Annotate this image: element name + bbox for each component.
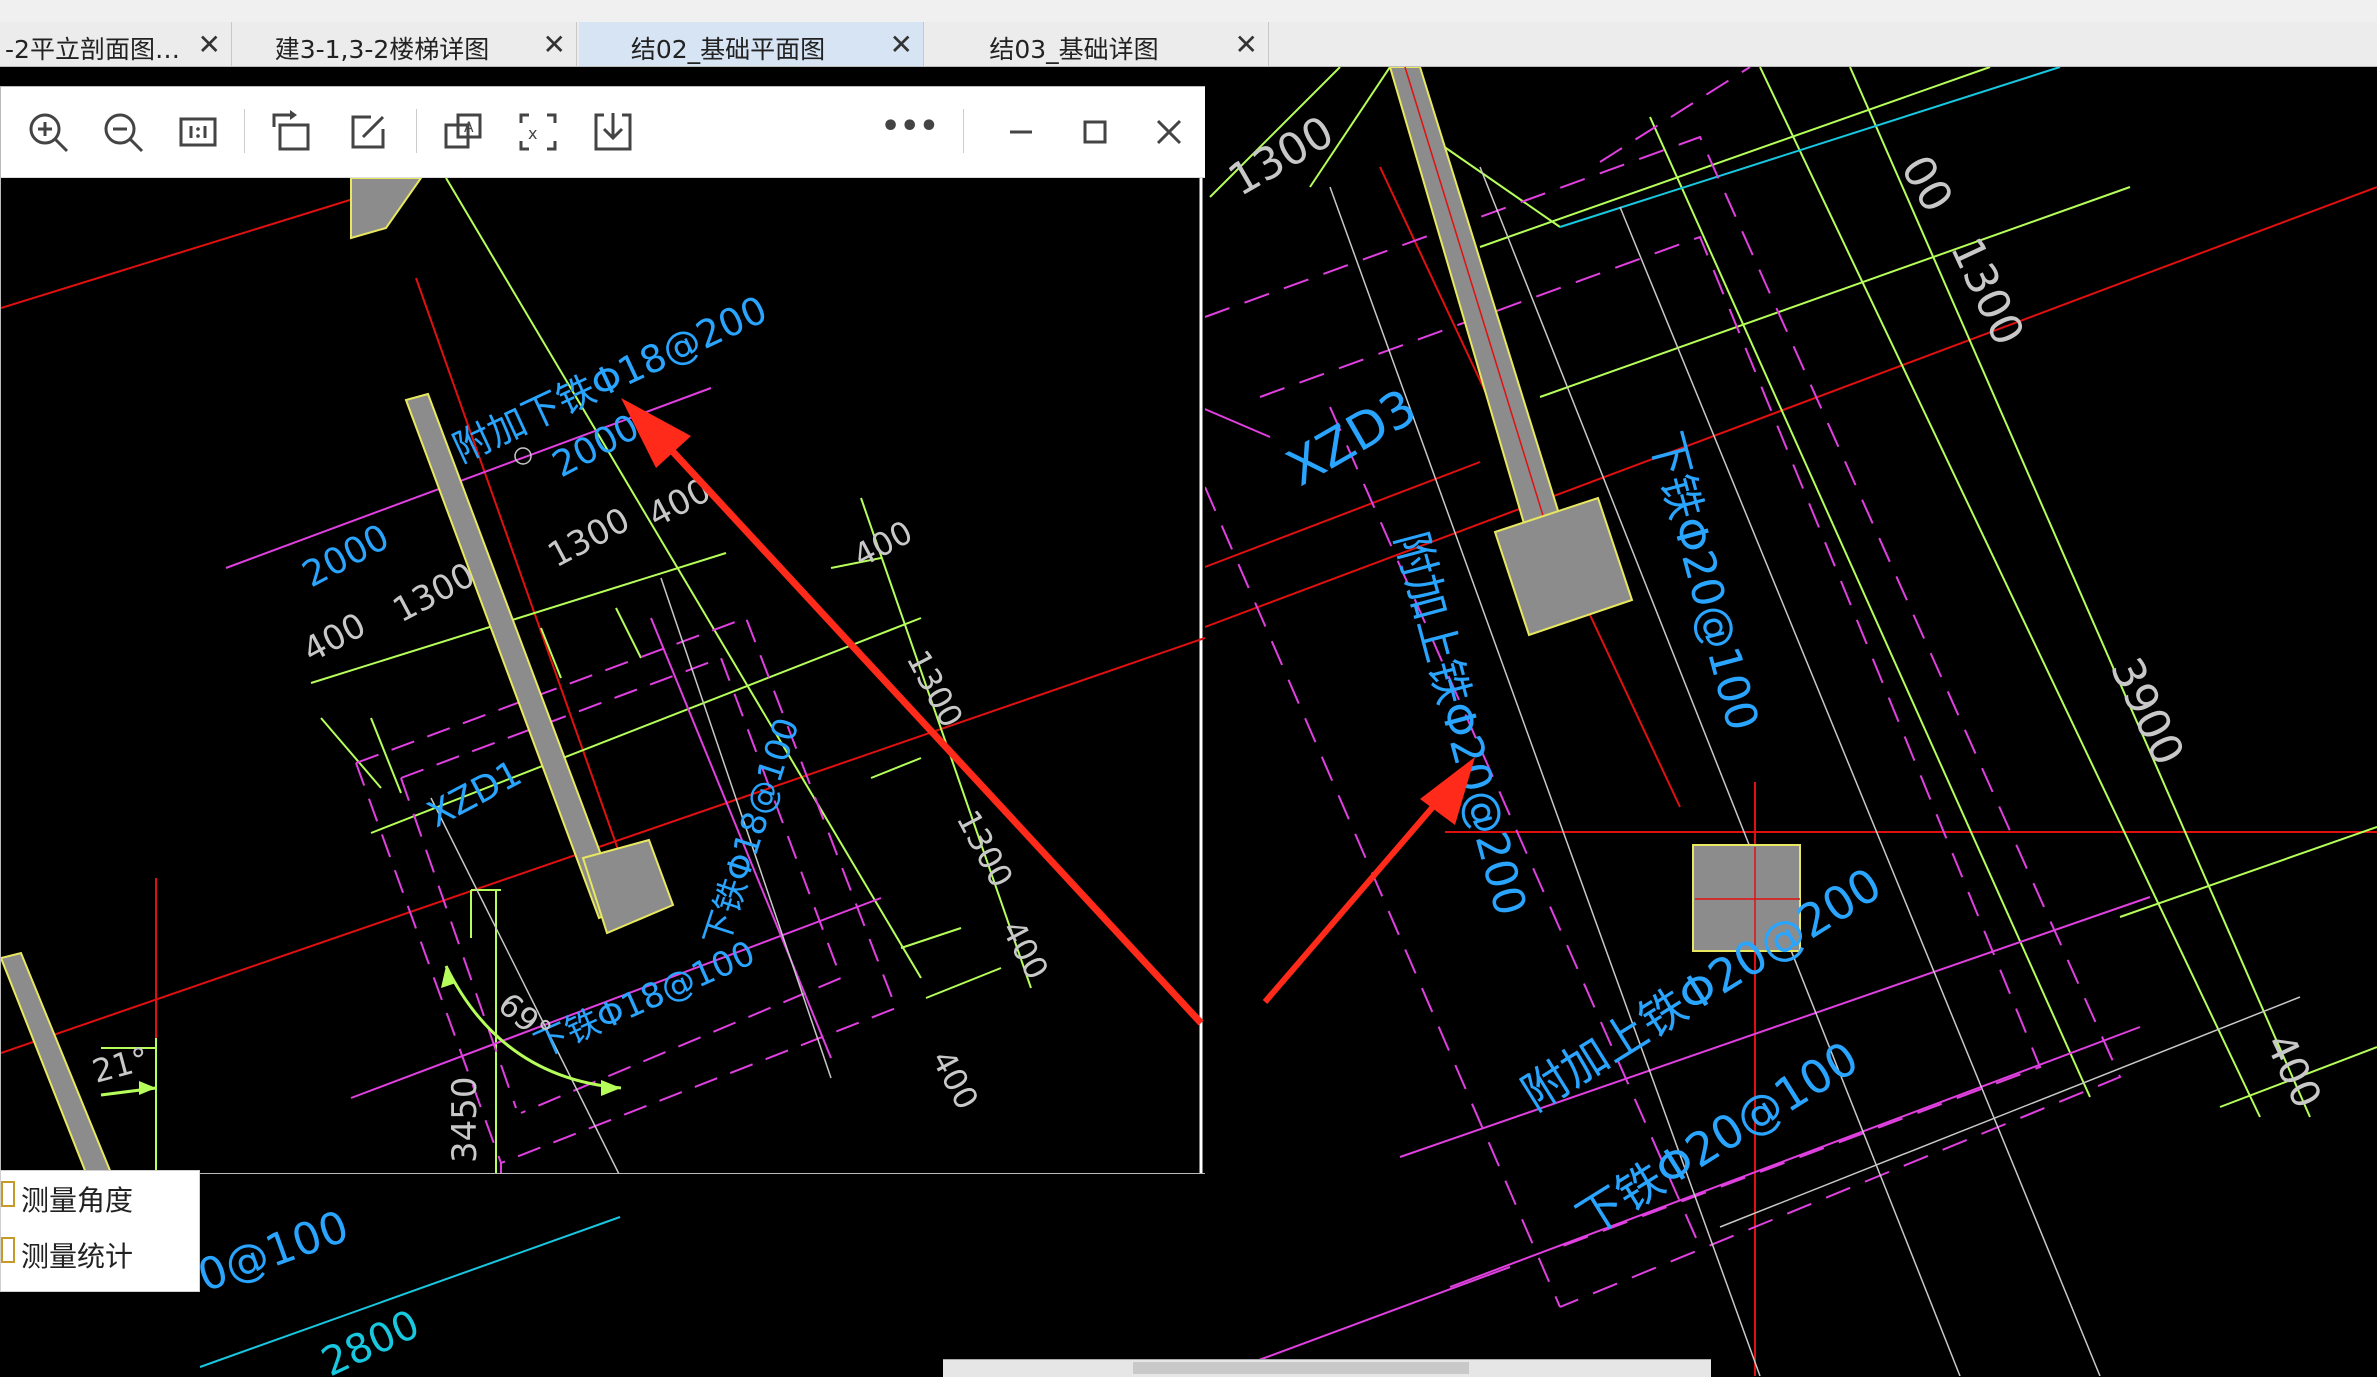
maximize-icon[interactable] [1068,105,1122,159]
tab-foundation-detail[interactable]: 结03_基础详图 ✕ [926,22,1269,66]
tab-close-icon[interactable]: ✕ [890,28,913,61]
viewer-toolbar: A x ••• [1,87,1205,178]
minimize-icon[interactable] [994,105,1048,159]
zoom-in-icon[interactable] [21,105,75,159]
copy-text-icon[interactable]: A [436,105,490,159]
viewer-image-canvas[interactable]: 附加下铁Φ18@200 2000 2000 400 1300 1300 400 … [1,178,1205,1173]
download-icon[interactable] [586,105,640,159]
dimension-label: 3450 [445,1076,485,1163]
svg-text:x: x [528,124,537,143]
rotate-icon[interactable] [266,105,320,159]
image-viewer-window[interactable]: A x ••• 附加下铁Φ18@200 2000 2000 400 1300 1… [0,86,1205,1174]
horizontal-scrollbar[interactable] [943,1359,1711,1377]
tab-stair-detail[interactable]: 建3-1,3-2楼梯详图 ✕ [234,22,577,66]
svg-text:A: A [464,120,474,136]
menu-item-label: 测量统计 [21,1240,134,1273]
tab-close-icon[interactable]: ✕ [543,28,566,61]
tab-foundation-plan[interactable]: 结02_基础平面图 ✕ [579,22,924,66]
menu-item-measure-stats[interactable]: 测量统计 [1,1227,201,1277]
zoom-out-icon[interactable] [96,105,150,159]
top-strip [0,0,2377,23]
tab-label: 建3-1,3-2楼梯详图 [274,35,490,64]
tab-label: 结02_基础平面图 [630,35,826,64]
tab-close-icon[interactable]: ✕ [198,28,221,61]
measure-stats-icon [1,1237,15,1263]
toolbar-separator [416,109,417,153]
document-tab-bar: -2平立剖面图… ✕ 建3-1,3-2楼梯详图 ✕ 结02_基础平面图 ✕ 结0… [0,22,2377,67]
scrollbar-thumb[interactable] [1133,1362,1469,1374]
measure-angle-icon [1,1181,15,1207]
edit-icon[interactable] [341,105,395,159]
menu-item-label: 测量角度 [21,1184,134,1217]
close-icon[interactable] [1142,105,1196,159]
tab-close-icon[interactable]: ✕ [1235,28,1258,61]
tab-label: -2平立剖面图… [5,35,180,64]
more-icon[interactable]: ••• [881,109,939,163]
measure-context-menu: 测量角度 测量统计 [0,1170,200,1292]
actual-size-icon[interactable] [171,105,225,159]
toolbar-separator [244,109,245,153]
menu-item-measure-angle[interactable]: 测量角度 [1,1171,201,1221]
tab-label: 结03_基础详图 [989,35,1159,64]
tab-elevation-section[interactable]: -2平立剖面图… ✕ [0,22,232,66]
crop-icon[interactable]: x [511,105,565,159]
toolbar-separator [963,109,964,153]
